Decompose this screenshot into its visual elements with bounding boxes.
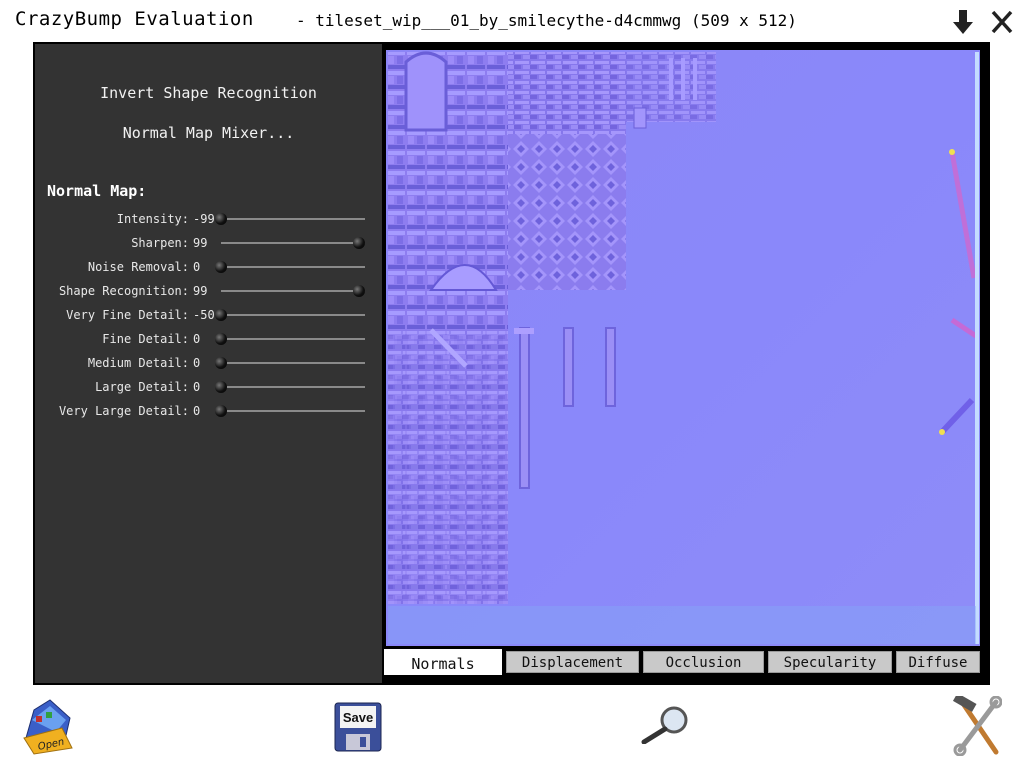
slider-row: Noise Removal: 0: [35, 257, 382, 277]
slider-label: Fine Detail:: [102, 332, 189, 346]
slider-label: Noise Removal:: [87, 260, 189, 274]
slider-label: Shape Recognition:: [58, 284, 189, 298]
slider-knob[interactable]: [353, 285, 366, 297]
tab-diffuse[interactable]: Diffuse: [896, 651, 980, 673]
slider-value: 0: [193, 332, 201, 346]
file-title: - tileset_wip___01_by_smilecythe-d4cmmwg…: [296, 11, 797, 30]
save-label: Save: [343, 710, 373, 725]
tools-icon: [952, 693, 1003, 757]
slider-track[interactable]: [221, 237, 366, 249]
slider-track[interactable]: [215, 261, 365, 273]
slider-label: Intensity:: [116, 212, 189, 226]
down-arrow-icon: [953, 10, 973, 34]
slider-knob[interactable]: [353, 237, 366, 249]
normal-map-image: [386, 50, 980, 646]
slider-value: 99: [193, 236, 208, 250]
slider-label: Very Fine Detail:: [66, 308, 189, 322]
slider-value: 0: [193, 404, 201, 418]
title-bar: CrazyBump Evaluation - tileset_wip___01_…: [0, 0, 1024, 42]
slider-knob[interactable]: [215, 309, 227, 321]
slider-knob[interactable]: [215, 357, 227, 369]
slider-value: -50: [193, 308, 215, 322]
slider-row: Intensity: -99: [35, 209, 382, 229]
slider-knob[interactable]: [215, 261, 227, 273]
zoom-button[interactable]: [640, 704, 692, 745]
tab-specularity[interactable]: Specularity: [768, 651, 892, 673]
slider-track[interactable]: [215, 405, 365, 417]
open-folder-icon: Open: [23, 699, 73, 755]
slider-track[interactable]: [215, 381, 365, 393]
slider-row: Very Large Detail: 0: [35, 401, 382, 421]
invert-shape-recognition-button[interactable]: Invert Shape Recognition: [35, 84, 382, 102]
slider-track[interactable]: [215, 357, 365, 369]
magnifier-icon: [641, 706, 688, 745]
slider-value: 0: [193, 380, 201, 394]
slider-row: Sharpen: 99: [35, 233, 382, 253]
slider-value: -99: [193, 212, 215, 226]
tools-button[interactable]: [952, 693, 1003, 757]
slider-row: Medium Detail: 0: [35, 353, 382, 373]
slider-label: Very Large Detail:: [58, 404, 189, 418]
slider-value: 0: [193, 356, 201, 370]
close-icon: [991, 10, 1013, 34]
slider-knob[interactable]: [215, 381, 227, 393]
tab-occlusion[interactable]: Occlusion: [643, 651, 764, 673]
slider-label: Large Detail:: [95, 380, 189, 394]
slider-label: Sharpen:: [131, 236, 189, 250]
slider-row: Fine Detail: 0: [35, 329, 382, 349]
open-button[interactable]: Open: [22, 698, 74, 756]
slider-track[interactable]: [215, 333, 365, 345]
minimize-button[interactable]: [950, 8, 976, 36]
slider-row: Shape Recognition: 99: [35, 281, 382, 301]
settings-panel: Invert Shape Recognition Normal Map Mixe…: [35, 44, 382, 683]
slider-row: Very Fine Detail: -50: [35, 305, 382, 325]
slider-value: 99: [193, 284, 208, 298]
slider-label: Medium Detail:: [87, 356, 189, 370]
tab-displacement[interactable]: Displacement: [506, 651, 639, 673]
tab-normals[interactable]: Normals: [384, 649, 502, 675]
floppy-disk-icon: Save: [334, 702, 382, 752]
slider-row: Large Detail: 0: [35, 377, 382, 397]
normal-map-mixer-button[interactable]: Normal Map Mixer...: [35, 124, 382, 142]
slider-track[interactable]: [215, 309, 365, 321]
section-title: Normal Map:: [47, 182, 147, 200]
slider-knob[interactable]: [215, 405, 227, 417]
slider-knob[interactable]: [215, 213, 227, 225]
app-title: CrazyBump Evaluation: [15, 8, 254, 30]
slider-track[interactable]: [221, 285, 366, 297]
save-button[interactable]: Save: [334, 702, 382, 752]
close-button[interactable]: [989, 8, 1015, 36]
slider-track[interactable]: [215, 213, 365, 225]
normal-map-preview[interactable]: [386, 50, 980, 646]
slider-value: 0: [193, 260, 201, 274]
slider-knob[interactable]: [215, 333, 227, 345]
